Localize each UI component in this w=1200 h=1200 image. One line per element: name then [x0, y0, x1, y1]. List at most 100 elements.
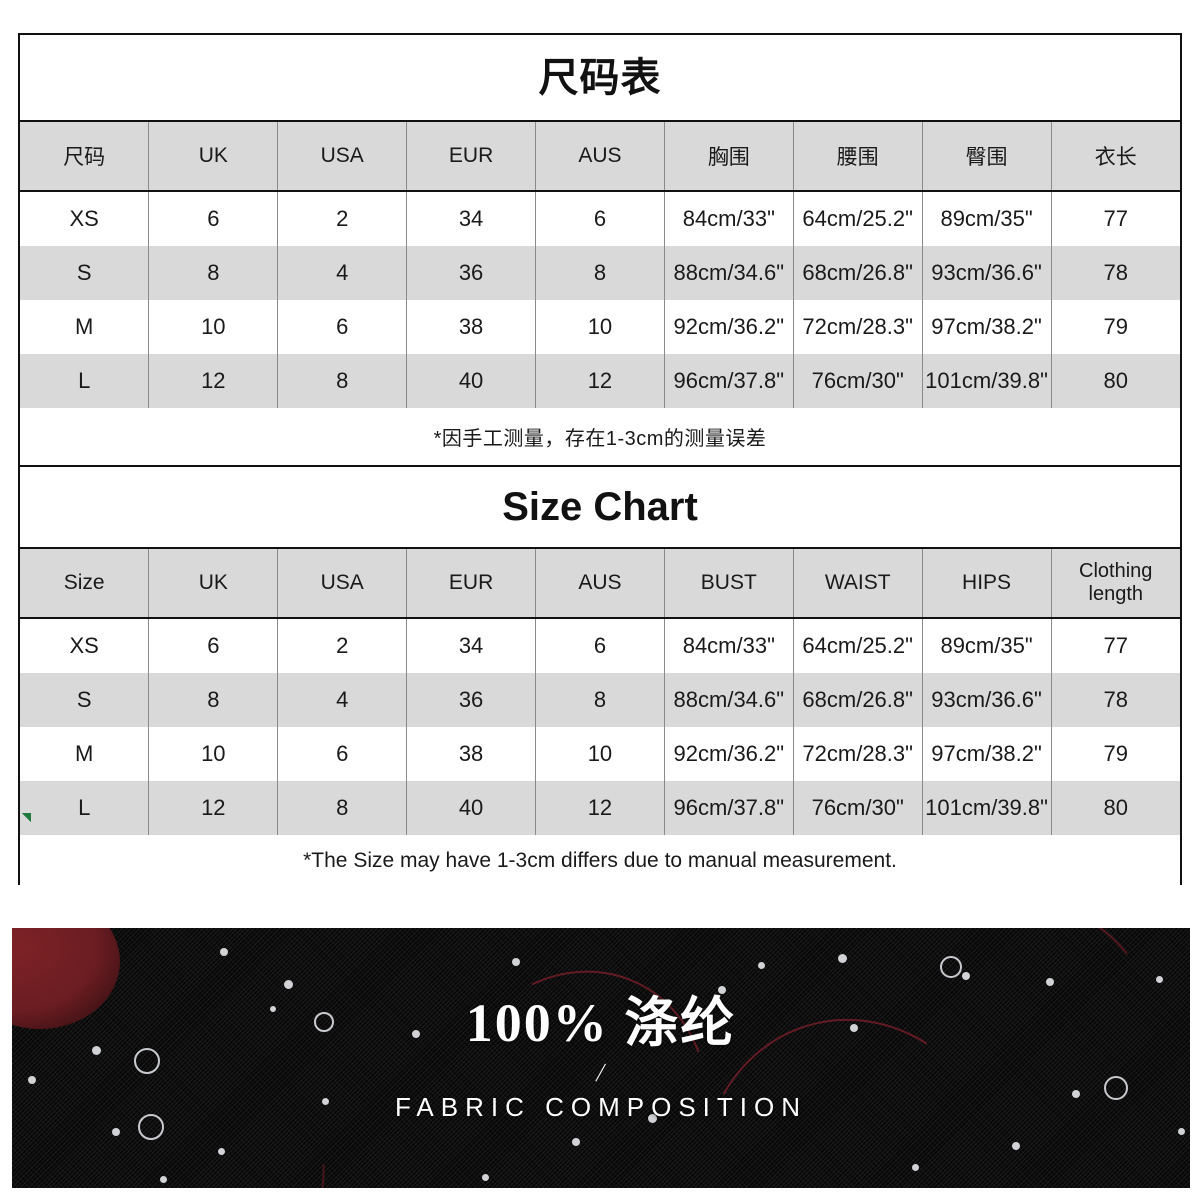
column-header-aus: AUS: [535, 547, 665, 619]
measurement-note-chinese: *因手工测量，存在1-3cm的测量误差: [20, 408, 1180, 467]
cell-hips: 93cm/36.6": [921, 673, 1052, 727]
cell-size: L: [20, 354, 150, 408]
table-row: L 12 8 40 12 96cm/37.8" 76cm/30" 101cm/3…: [20, 781, 1180, 835]
cell-length: 77: [1050, 191, 1180, 246]
chinese-title-band: 尺码表: [20, 35, 1180, 120]
cell-hips: 97cm/38.2": [921, 300, 1052, 354]
cell-aus: 10: [535, 727, 665, 781]
column-header-usa: USA: [277, 547, 408, 619]
column-header-bust: 胸围: [663, 120, 794, 192]
page-title-chinese: 尺码表: [538, 55, 662, 100]
column-header-hips: HIPS: [921, 547, 1052, 619]
column-header-length: 衣长: [1050, 120, 1180, 192]
cell-length: 77: [1050, 618, 1180, 673]
cell-size: S: [20, 246, 150, 300]
table-row: XS 6 2 34 6 84cm/33" 64cm/25.2" 89cm/35"…: [20, 618, 1180, 673]
fabric-composition-banner: 100% 涤纶 / FABRIC COMPOSITION: [12, 928, 1190, 1188]
column-header-eur: EUR: [406, 547, 536, 619]
cell-bust: 88cm/34.6": [663, 673, 794, 727]
cell-uk: 8: [148, 246, 279, 300]
cell-eur: 38: [406, 300, 536, 354]
cell-eur: 36: [406, 673, 536, 727]
cell-eur: 38: [406, 727, 536, 781]
cell-size: XS: [20, 191, 150, 246]
cell-aus: 12: [535, 781, 665, 835]
cell-eur: 40: [406, 781, 536, 835]
column-header-size: Size: [20, 547, 150, 619]
column-header-aus: AUS: [535, 120, 665, 192]
measurement-note-english: *The Size may have 1-3cm differs due to …: [20, 835, 1180, 887]
cell-hips: 97cm/38.2": [921, 727, 1052, 781]
cell-eur: 34: [406, 618, 536, 673]
cell-hips: 101cm/39.8": [921, 354, 1052, 408]
cell-length: 78: [1050, 673, 1180, 727]
cell-usa: 6: [277, 300, 408, 354]
cell-uk: 10: [148, 300, 279, 354]
cell-usa: 2: [277, 191, 408, 246]
cell-waist: 72cm/28.3": [792, 727, 923, 781]
clothing-length-line1: Clothing: [1079, 560, 1153, 582]
column-header-uk: UK: [148, 547, 279, 619]
cell-waist: 64cm/25.2": [792, 618, 923, 673]
cell-size: S: [20, 673, 150, 727]
cell-waist: 76cm/30": [792, 781, 923, 835]
cell-usa: 2: [277, 618, 408, 673]
cell-bust: 84cm/33": [663, 618, 794, 673]
cell-usa: 8: [277, 781, 408, 835]
column-header-clothing-length: Clothing length: [1050, 547, 1180, 619]
divider-slash: /: [594, 1058, 608, 1087]
cell-aus: 10: [535, 300, 665, 354]
cell-usa: 6: [277, 727, 408, 781]
cell-length: 79: [1050, 300, 1180, 354]
table-row: M 10 6 38 10 92cm/36.2" 72cm/28.3" 97cm/…: [20, 727, 1180, 781]
size-table-chinese: 尺码 UK USA EUR AUS 胸围 腰围 臀围 衣长 XS 6 2 34 …: [20, 120, 1180, 408]
column-header-uk: UK: [148, 120, 279, 192]
table-row: S 8 4 36 8 88cm/34.6" 68cm/26.8" 93cm/36…: [20, 673, 1180, 727]
table-header-row-chinese: 尺码 UK USA EUR AUS 胸围 腰围 臀围 衣长: [20, 120, 1180, 192]
column-header-waist: WAIST: [792, 547, 923, 619]
cell-waist: 64cm/25.2": [792, 191, 923, 246]
cell-aus: 6: [535, 191, 665, 246]
cell-uk: 10: [148, 727, 279, 781]
cell-usa: 4: [277, 673, 408, 727]
column-header-bust: BUST: [663, 547, 794, 619]
column-header-usa: USA: [277, 120, 408, 192]
cell-bust: 88cm/34.6": [663, 246, 794, 300]
cell-uk: 12: [148, 781, 279, 835]
cell-waist: 76cm/30": [792, 354, 923, 408]
cell-uk: 12: [148, 354, 279, 408]
cell-length: 79: [1050, 727, 1180, 781]
page-title-english: Size Chart: [502, 485, 698, 529]
cell-waist: 68cm/26.8": [792, 673, 923, 727]
cell-eur: 40: [406, 354, 536, 408]
cell-hips: 89cm/35": [921, 618, 1052, 673]
fabric-composition-value: 100% 涤纶: [465, 993, 737, 1053]
cell-waist: 68cm/26.8": [792, 246, 923, 300]
cell-size: L: [20, 781, 150, 835]
cell-size: XS: [20, 618, 150, 673]
cell-length: 80: [1050, 354, 1180, 408]
cell-usa: 8: [277, 354, 408, 408]
cell-length: 78: [1050, 246, 1180, 300]
cell-hips: 101cm/39.8": [921, 781, 1052, 835]
table-header-row-english: Size UK USA EUR AUS BUST WAIST HIPS Clot…: [20, 547, 1180, 619]
cell-uk: 6: [148, 618, 279, 673]
cell-aus: 8: [535, 673, 665, 727]
cell-eur: 36: [406, 246, 536, 300]
cell-aus: 6: [535, 618, 665, 673]
table-row: S 8 4 36 8 88cm/34.6" 68cm/26.8" 93cm/36…: [20, 246, 1180, 300]
cell-uk: 6: [148, 191, 279, 246]
cell-bust: 96cm/37.8": [663, 354, 794, 408]
fabric-composition-label: FABRIC COMPOSITION: [394, 1092, 808, 1122]
cell-bust: 92cm/36.2": [663, 727, 794, 781]
cell-hips: 93cm/36.6": [921, 246, 1052, 300]
english-title-band: Size Chart: [20, 467, 1180, 547]
table-row: M 10 6 38 10 92cm/36.2" 72cm/28.3" 97cm/…: [20, 300, 1180, 354]
cell-aus: 8: [535, 246, 665, 300]
cell-eur: 34: [406, 191, 536, 246]
table-row: XS 6 2 34 6 84cm/33" 64cm/25.2" 89cm/35"…: [20, 191, 1180, 246]
cell-size: M: [20, 300, 150, 354]
cell-length: 80: [1050, 781, 1180, 835]
column-header-waist: 腰围: [792, 120, 923, 192]
column-header-hips: 臀围: [921, 120, 1052, 192]
